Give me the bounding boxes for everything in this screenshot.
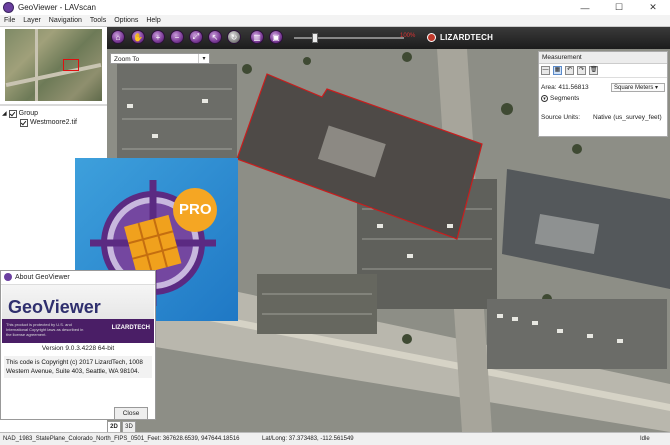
lizardtech-logo: LIZARDTECH [427, 33, 493, 42]
menu-navigation[interactable]: Navigation [45, 15, 86, 26]
window-controls: — ☐ ✕ [568, 0, 670, 15]
hand-pan-icon[interactable]: ✋ [131, 30, 145, 44]
about-dialog: About GeoViewer GeoViewer This product i… [0, 270, 156, 420]
zoom-to-dropdown-icon[interactable]: ▾ [198, 54, 209, 63]
opacity-slider[interactable] [294, 37, 404, 39]
menu-options[interactable]: Options [110, 15, 142, 26]
refresh-icon[interactable]: ↻ [227, 30, 241, 44]
menu-tools[interactable]: Tools [86, 15, 110, 26]
layer-item-row[interactable]: Westmoore2.tif [2, 118, 102, 127]
banner-brand: LIZARDTECH [111, 325, 150, 331]
zoom-to-placeholder: Zoom To [114, 56, 140, 63]
zoom-out-icon[interactable]: − [170, 30, 184, 44]
about-banner: GeoViewer This product is protected by U… [2, 285, 154, 343]
redo-icon[interactable]: ↷ [577, 66, 586, 75]
chevron-down-icon[interactable]: ▾ [541, 94, 548, 102]
measure-area-icon[interactable]: ▦ [553, 66, 562, 75]
pointer-icon[interactable]: ↖ [208, 30, 222, 44]
home-icon[interactable]: ⌂ [111, 30, 125, 44]
measurement-tools: — ▦ ↶ ↷ 🗑 [539, 64, 667, 78]
layer-group-row[interactable]: ◢ Group [2, 109, 102, 118]
overview-viewport-rect[interactable] [63, 59, 79, 71]
zoom-to-input[interactable]: Zoom To ▾ [110, 53, 210, 64]
maximize-button[interactable]: ☐ [602, 0, 636, 15]
geoviewer-logo: GeoViewer [8, 297, 101, 317]
area-row: Area: 411.56813 Square Meters ▾ [539, 82, 667, 93]
source-units-value: Native (us_survey_feet) [593, 114, 662, 121]
lizardtech-logo-icon [427, 33, 436, 42]
opacity-value: 100% [400, 33, 416, 39]
layer-label: Westmoore2.tif [30, 119, 77, 126]
source-units-label: Source Units: [541, 114, 581, 121]
overview-map[interactable] [5, 29, 102, 101]
close-button[interactable]: Close [114, 407, 148, 420]
pro-label: PRO [179, 201, 212, 218]
projection-coords: NAD_1983_StatePlane_Colorado_North_FIPS_… [3, 436, 240, 442]
about-app-icon [4, 273, 12, 281]
panel-splitter[interactable] [0, 104, 107, 106]
group-label: Group [18, 110, 39, 117]
collapse-arrow-icon[interactable]: ◢ [2, 110, 7, 117]
map-toolbar: ⌂ ✋ + − ⤢ ↖ ↻ ▥ ▣ 100% LIZARDTECH [107, 27, 670, 49]
segments-label: Segments [550, 95, 580, 102]
window-title: GeoViewer - LAVscan [18, 3, 96, 12]
measurement-title: Measurement [539, 52, 667, 64]
area-value: Area: 411.56813 [541, 84, 589, 91]
group-checkbox[interactable] [8, 109, 17, 118]
minimize-button[interactable]: — [568, 0, 602, 15]
menu-file[interactable]: File [0, 15, 19, 26]
brand-text: LIZARDTECH [440, 33, 494, 42]
overview-road [5, 62, 102, 88]
version-text: Version 9.0.3.4228 64-bit [41, 345, 115, 352]
overview-road [35, 29, 38, 101]
measurement-panel: Measurement — ▦ ↶ ↷ 🗑 Area: 411.56813 Sq… [538, 51, 668, 137]
about-title: About GeoViewer [15, 274, 70, 281]
zoom-in-icon[interactable]: + [151, 30, 165, 44]
banner-tagline: This product is protected by U.S. and In… [6, 322, 84, 337]
menu-layer[interactable]: Layer [19, 15, 45, 26]
layer-tree: ◢ Group Westmoore2.tif [2, 109, 102, 127]
undo-icon[interactable]: ↶ [565, 66, 574, 75]
copyright-text: This code is Copyright (c) 2017 LizardTe… [4, 356, 152, 378]
view-tabs: 2D 3D [107, 421, 137, 433]
close-window-button[interactable]: ✕ [636, 0, 670, 15]
app-icon [3, 2, 14, 13]
trash-icon[interactable]: 🗑 [589, 66, 598, 75]
status-bar: NAD_1983_StatePlane_Colorado_North_FIPS_… [0, 432, 670, 445]
unit-select[interactable]: Square Meters ▾ [611, 83, 665, 92]
measure-line-icon[interactable]: — [541, 66, 550, 75]
ruler-icon[interactable]: ▥ [250, 30, 264, 44]
opacity-slider-thumb[interactable] [312, 33, 318, 43]
about-title-bar: About GeoViewer [1, 271, 155, 285]
zoom-extent-icon[interactable]: ⤢ [189, 30, 203, 44]
segments-row[interactable]: ▾ Segments [539, 93, 667, 104]
layer-checkbox[interactable] [20, 118, 28, 127]
menu-bar: File Layer Navigation Tools Options Help [0, 15, 670, 27]
menu-help[interactable]: Help [142, 15, 164, 26]
title-bar: GeoViewer - LAVscan — ☐ ✕ [0, 0, 670, 16]
source-units-row: Source Units: Native (us_survey_feet) [539, 112, 667, 123]
status-state: Idle [640, 436, 650, 442]
latlong-coords: Lat/Long: 37.373483, -112.561549 [262, 436, 354, 442]
crop-icon[interactable]: ▣ [269, 30, 283, 44]
